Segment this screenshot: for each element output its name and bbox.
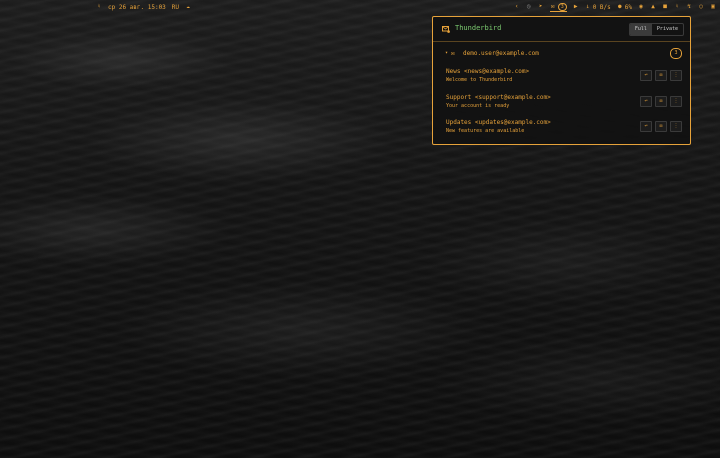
more-icon[interactable]: ⋮ xyxy=(670,70,682,81)
envelope-icon: ✉ xyxy=(451,49,455,57)
mail-item[interactable]: Support <support@example.com> Your accou… xyxy=(446,94,682,110)
chevron-left-icon[interactable]: ‹ xyxy=(514,4,520,10)
keyboard-layout[interactable]: RU xyxy=(172,4,179,11)
battery-value: 6% xyxy=(624,3,632,11)
mail-count-badge: 3 xyxy=(557,2,567,11)
popup-title: Thunderbird xyxy=(455,24,502,32)
mail-sender: Updates <updates@example.com> xyxy=(446,119,551,126)
gamepad-icon: ● xyxy=(617,3,622,10)
unread-count-badge: 3 xyxy=(670,48,682,59)
reply-icon[interactable]: ↩ xyxy=(640,121,652,132)
popup-header: Thunderbird Full Private xyxy=(433,17,690,42)
toggle-private[interactable]: Private xyxy=(652,24,683,35)
headphones-icon[interactable]: ○ xyxy=(698,4,704,10)
lock-icon[interactable]: ■ xyxy=(662,4,668,10)
mail-icon: ✉ xyxy=(550,2,555,10)
mail-actions: ↩ ✉ ⋮ xyxy=(640,70,682,81)
mail-subject: Your account is ready xyxy=(446,103,510,109)
topbar-right: ‹ ◷ ➤ ✉ 3 ▶ ↓ 0 B/s ● 6% ◉ ▲ ■ ♮ ↯ ○ ▣ xyxy=(514,0,716,14)
volume-icon[interactable]: ♮ xyxy=(674,4,680,10)
account-row[interactable]: ▾ ✉ demo.user@example.com 3 xyxy=(445,48,682,59)
mark-read-icon[interactable]: ✉ xyxy=(655,96,667,107)
reply-icon[interactable]: ↩ xyxy=(640,96,652,107)
mail-subject: Welcome to Thunderbird xyxy=(446,77,513,83)
mail-subject: New features are available xyxy=(446,128,525,134)
mail-item[interactable]: Updates <updates@example.com> New featur… xyxy=(446,119,682,135)
mode-toggle: Full Private xyxy=(628,23,684,36)
net-speed-value: 0 B/s xyxy=(592,3,611,11)
network-speed[interactable]: ↓ 0 B/s xyxy=(585,4,611,11)
discord-icon[interactable]: ◉ xyxy=(638,4,644,10)
bell-icon[interactable]: ♮ xyxy=(96,4,102,10)
mail-sender: Support <support@example.com> xyxy=(446,94,551,101)
toggle-full[interactable]: Full xyxy=(629,24,652,35)
thumbs-icon[interactable]: ▲ xyxy=(650,4,656,10)
reply-icon[interactable]: ↩ xyxy=(640,70,652,81)
mark-read-icon[interactable]: ✉ xyxy=(655,70,667,81)
youtube-icon[interactable]: ▶ xyxy=(573,4,579,10)
more-icon[interactable]: ⋮ xyxy=(670,121,682,132)
top-bar: ♮ ср 26 авг. 15:03 RU ☁ ‹ ◷ ➤ ✉ 3 ▶ ↓ 0 … xyxy=(0,0,720,14)
datetime[interactable]: ср 26 авг. 15:03 xyxy=(108,4,166,11)
topbar-left: ♮ ср 26 авг. 15:03 RU ☁ xyxy=(96,0,191,14)
thunderbird-popup: Thunderbird Full Private ▾ ✉ demo.user@e… xyxy=(432,16,691,145)
mail-actions: ↩ ✉ ⋮ xyxy=(640,96,682,107)
mark-read-icon[interactable]: ✉ xyxy=(655,121,667,132)
clock-icon[interactable]: ◷ xyxy=(526,4,532,10)
download-icon: ↓ xyxy=(585,3,590,10)
more-icon[interactable]: ⋮ xyxy=(670,96,682,107)
window-icon[interactable]: ▣ xyxy=(710,4,716,10)
account-email: demo.user@example.com xyxy=(463,49,539,57)
telegram-icon[interactable]: ➤ xyxy=(538,4,544,10)
mail-tray-item[interactable]: ✉ 3 xyxy=(549,2,567,12)
battery[interactable]: ● 6% xyxy=(617,4,632,11)
cloud-icon[interactable]: ☁ xyxy=(185,4,191,10)
mail-sender: News <news@example.com> xyxy=(446,68,530,75)
bolt-icon[interactable]: ↯ xyxy=(686,4,692,10)
thunderbird-icon xyxy=(442,26,450,33)
mail-actions: ↩ ✉ ⋮ xyxy=(640,121,682,132)
mail-item[interactable]: News <news@example.com> Welcome to Thund… xyxy=(446,68,682,84)
